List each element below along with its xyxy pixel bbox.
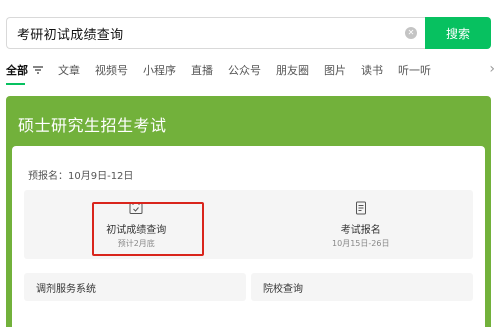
tab-article[interactable]: 文章 <box>58 62 80 78</box>
tab-channels[interactable]: 视频号 <box>95 62 128 78</box>
document-icon <box>355 201 366 214</box>
school-search-link[interactable]: 院校查询 <box>251 273 473 301</box>
search-input[interactable]: 考研初试成绩查询 ✕ <box>6 17 425 49</box>
tab-label: 全部 <box>6 64 28 77</box>
search-query[interactable]: 考研初试成绩查询 <box>17 24 405 43</box>
tab-bar: 全部 文章 视频号 小程序 直播 公众号 朋友圈 图片 读书 听一听 › <box>6 60 497 85</box>
tab-moments[interactable]: 朋友圈 <box>276 62 309 78</box>
highlight-box <box>92 202 204 256</box>
tab-images[interactable]: 图片 <box>324 62 346 78</box>
exam-registration-item[interactable]: 考试报名 10月15日-26日 <box>249 190 474 259</box>
service-grid: 初试成绩查询 预计2月底 考试报名 10月15日-26日 <box>24 190 473 259</box>
exam-registration-sub: 10月15日-26日 <box>332 238 390 248</box>
exam-registration-label: 考试报名 <box>340 224 381 236</box>
tab-official-account[interactable]: 公众号 <box>228 62 261 78</box>
link-row: 调剂服务系统 院校查询 <box>24 273 473 301</box>
adjustment-service-link[interactable]: 调剂服务系统 <box>24 273 246 301</box>
result-card: 硕士研究生招生考试 预报名：10月9日-12日 初试成绩查询 预计2月底 考试报… <box>6 96 491 327</box>
search-bar: 考研初试成绩查询 ✕ 搜索 <box>6 17 491 49</box>
search-button[interactable]: 搜索 <box>425 17 491 49</box>
card-body: 预报名：10月9日-12日 初试成绩查询 预计2月底 考试报名 10月15日-2… <box>12 146 485 327</box>
tab-mini-program[interactable]: 小程序 <box>143 62 176 78</box>
tab-books[interactable]: 读书 <box>361 62 383 78</box>
tab-all[interactable]: 全部 <box>6 62 43 85</box>
tab-live[interactable]: 直播 <box>191 62 213 78</box>
clear-icon[interactable]: ✕ <box>405 27 417 39</box>
filter-icon[interactable] <box>33 66 43 74</box>
pre-registration-text: 预报名：10月9日-12日 <box>28 171 134 182</box>
chevron-right-icon[interactable]: › <box>489 61 495 77</box>
tab-listen[interactable]: 听一听 <box>398 62 431 78</box>
card-title[interactable]: 硕士研究生招生考试 <box>18 112 167 136</box>
